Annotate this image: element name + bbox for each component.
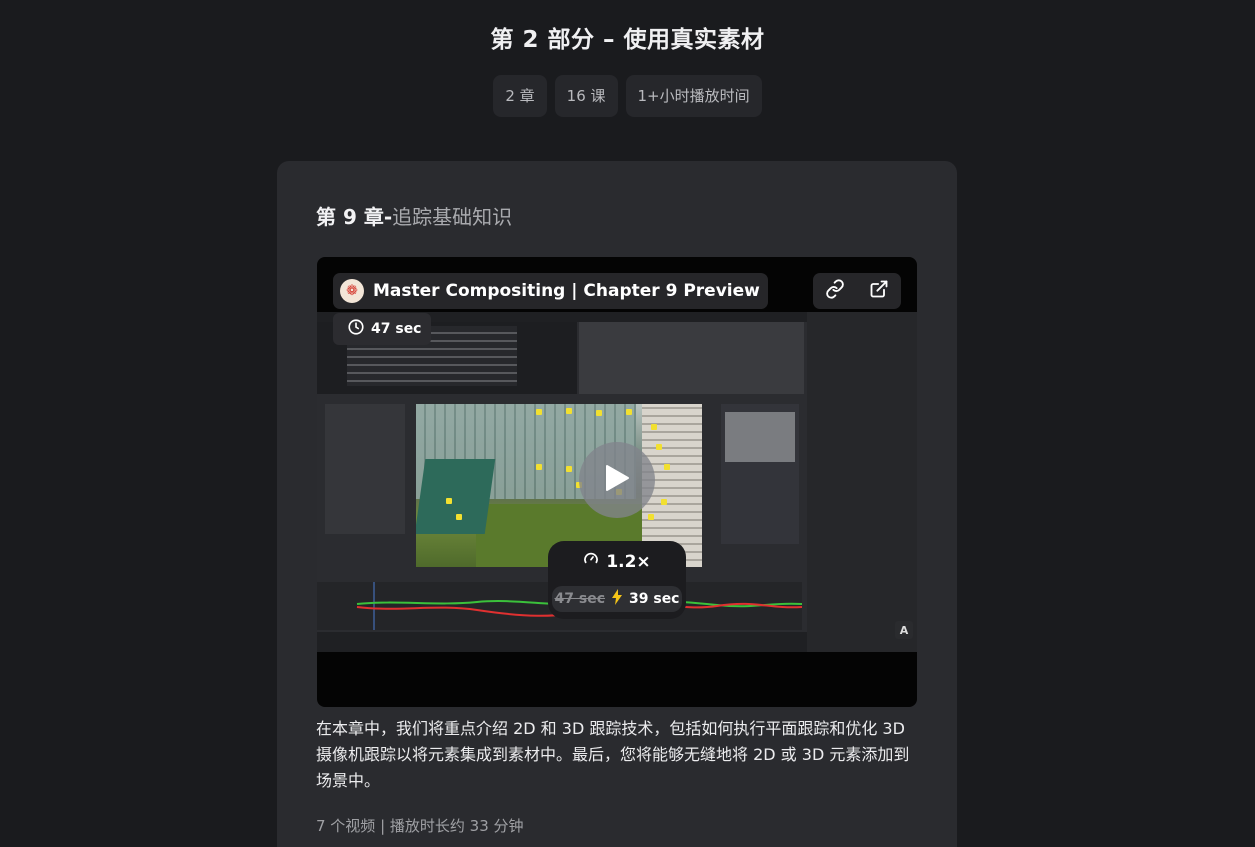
fast-time: 39 sec <box>629 591 680 607</box>
chapters-count-pill: 2 章 <box>493 75 547 117</box>
duration-text: 47 sec <box>371 321 422 337</box>
duration-badge: 47 sec <box>333 313 432 345</box>
video-actions <box>813 273 901 309</box>
chapter-name: 追踪基础知识 <box>392 205 513 229</box>
chapter-description: 在本章中，我们将重点介绍 2D 和 3D 跟踪技术，包括如何执行平面跟踪和优化 … <box>316 719 910 790</box>
chapter-card: 第 9 章-追踪基础知识 ❁ Master Compositing | Chap… <box>277 161 957 847</box>
speed-value: 1.2× <box>606 551 651 572</box>
play-icon <box>604 464 630 496</box>
play-button[interactable] <box>579 442 655 518</box>
lightning-icon <box>611 589 623 609</box>
chapter-separator: - <box>383 205 393 229</box>
video-title[interactable]: Master Compositing | Chapter 9 Preview <box>373 281 760 301</box>
chapter-number: 第 9 章 <box>316 205 384 229</box>
brand-logo-icon: ❁ <box>340 279 364 303</box>
speed-badge: 1.2× 47 sec 39 sec <box>548 541 686 619</box>
video-title-bar: ❁ Master Compositing | Chapter 9 Preview <box>333 273 768 309</box>
external-link-icon[interactable] <box>869 279 889 303</box>
video-player[interactable]: ❁ Master Compositing | Chapter 9 Preview… <box>317 257 917 707</box>
stats-pills: 2 章 16 课 1+小时播放时间 <box>0 75 1255 117</box>
part-title: 第 2 部分 – 使用真实素材 <box>490 27 765 53</box>
original-time: 47 sec <box>554 591 605 607</box>
duration-pill: 1+小时播放时间 <box>625 75 762 117</box>
chapter-meta: 7 个视频 | 播放时长约 33 分钟 <box>316 817 524 835</box>
gauge-icon <box>583 551 599 572</box>
chapter-heading: 第 9 章-追踪基础知识 <box>316 201 512 230</box>
corner-badge: A <box>895 621 913 639</box>
link-icon[interactable] <box>825 279 845 303</box>
lessons-count-pill: 16 课 <box>554 75 618 117</box>
clock-icon <box>347 318 365 340</box>
